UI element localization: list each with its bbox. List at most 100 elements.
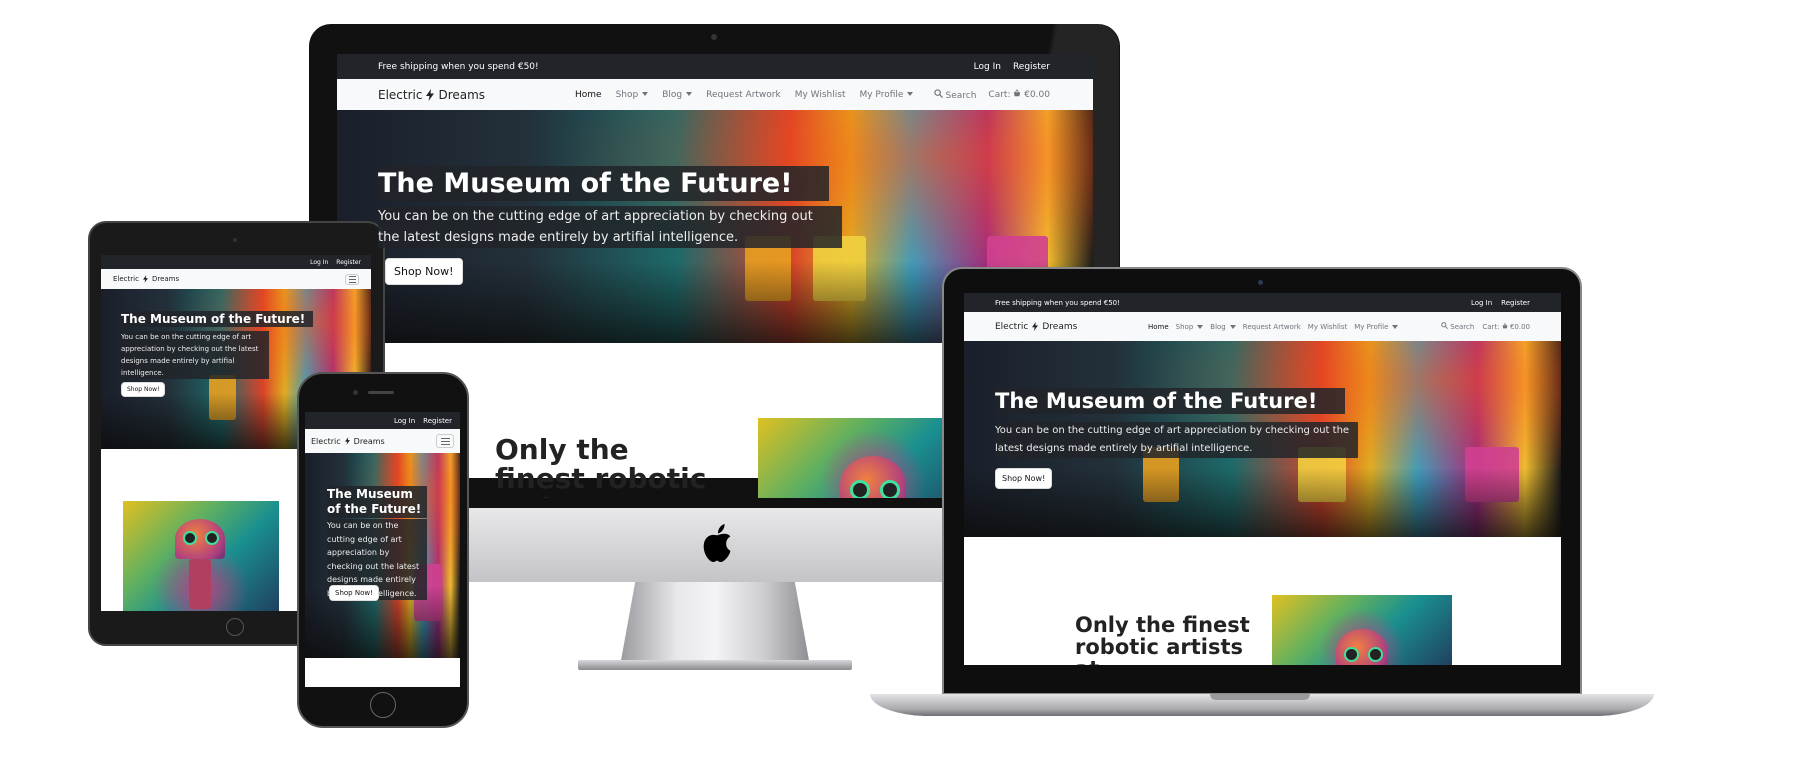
hero-title: The Museum of the Future!: [378, 166, 829, 201]
main-navbar: Electric Dreams Home Shop Blog Request A…: [964, 312, 1561, 341]
nav-shop-label: Shop: [1175, 322, 1194, 331]
cart-link[interactable]: Cart: €0.00: [988, 89, 1050, 100]
nav-blog[interactable]: Blog: [662, 89, 693, 100]
login-link[interactable]: Log In: [974, 62, 1001, 72]
main-navbar: Electric Dreams: [305, 429, 460, 453]
main-navbar: Electric Dreams: [101, 269, 371, 289]
hero-text: You can be on the cutting edge of art ap…: [378, 206, 842, 248]
nav-profile-label: My Profile: [1354, 322, 1389, 331]
search-link[interactable]: Search: [1441, 322, 1474, 331]
register-link[interactable]: Register: [336, 259, 361, 266]
cart-label: Cart:: [1482, 322, 1500, 331]
nav-home[interactable]: Home: [1148, 323, 1169, 331]
hero-title: The Museum of the Future!: [121, 311, 314, 327]
promo-text: Free shipping when you spend €50!: [378, 61, 539, 72]
brand-text-right: Dreams: [151, 275, 180, 283]
hamburger-menu-icon[interactable]: [345, 273, 359, 285]
brand-logo[interactable]: Electric Dreams: [113, 275, 179, 283]
chevron-down-icon: [686, 92, 693, 96]
register-link[interactable]: Register: [1501, 299, 1530, 307]
ipad-camera: [233, 238, 237, 242]
nav-wishlist[interactable]: My Wishlist: [795, 90, 846, 100]
shop-now-button[interactable]: Shop Now!: [385, 258, 463, 285]
shop-now-button[interactable]: Shop Now!: [121, 382, 166, 397]
nav-request-artwork[interactable]: Request Artwork: [1243, 323, 1301, 331]
robot-eye: [880, 480, 900, 498]
nav-request-artwork[interactable]: Request Artwork: [706, 90, 781, 100]
brand-text-left: Electric: [311, 436, 341, 446]
shopping-basket-icon: [1502, 322, 1508, 328]
chevron-down-icon: [1229, 324, 1236, 329]
hero-glow-window: [1465, 446, 1520, 502]
register-link[interactable]: Register: [1013, 62, 1050, 72]
cart-link[interactable]: Cart: €0.00: [1482, 323, 1530, 331]
iphone-speaker: [368, 391, 394, 394]
brand-logo[interactable]: Electric Dreams: [311, 437, 385, 446]
nav-profile-label: My Profile: [859, 89, 904, 100]
chevron-down-icon: [907, 92, 914, 96]
shopping-basket-icon: [1014, 89, 1021, 97]
macbook-screen: Free shipping when you spend €50! Log In…: [964, 293, 1561, 665]
brand-text-left: Electric: [113, 275, 139, 283]
iphone-home-button: [370, 692, 396, 718]
robot-eye: [1368, 647, 1383, 662]
search-label: Search: [945, 90, 977, 101]
iphone-camera: [353, 390, 358, 395]
robot-body: [189, 559, 211, 609]
top-announcement-bar: Log In Register: [101, 255, 371, 269]
hero-title: The Museum of the Future!: [327, 486, 427, 518]
hero-banner: The Museum of the Future! You can be on …: [305, 453, 460, 658]
section-heading: Only the finest robotic artists at: [1075, 613, 1250, 665]
login-link[interactable]: Log In: [394, 417, 415, 425]
nav-shop[interactable]: Shop: [1176, 323, 1204, 331]
nav-links: Home Shop Blog Request Artwork My Wishli…: [1148, 322, 1399, 331]
nav-shop[interactable]: Shop: [616, 90, 649, 100]
robot-eye: [205, 531, 219, 545]
nav-home[interactable]: Home: [575, 90, 602, 100]
robot-artwork-image: [1272, 595, 1452, 665]
nav-blog[interactable]: Blog: [1210, 323, 1236, 331]
search-icon: [1441, 322, 1448, 329]
register-link[interactable]: Register: [423, 417, 452, 425]
nav-blog-label: Blog: [662, 89, 683, 100]
main-navbar: Electric Dreams Home Shop Blog Request A…: [337, 79, 1093, 110]
robot-eye: [1344, 647, 1359, 662]
nav-wishlist[interactable]: My Wishlist: [1308, 323, 1347, 331]
robot-artwork-image: [123, 501, 279, 611]
search-link[interactable]: Search: [933, 88, 977, 101]
top-announcement-bar: Free shipping when you spend €50! Log In…: [337, 54, 1093, 79]
hamburger-menu-icon[interactable]: [436, 434, 454, 448]
robot-eye: [850, 480, 870, 498]
cart-total: €0.00: [1024, 90, 1050, 100]
lightning-bolt-icon: [344, 437, 350, 445]
top-announcement-bar: Log In Register: [305, 412, 460, 429]
nav-profile[interactable]: My Profile: [1354, 322, 1399, 331]
search-icon: [933, 88, 943, 98]
imac-stand: [620, 582, 810, 666]
lightning-bolt-icon: [142, 275, 148, 283]
macbook-notch: [1210, 694, 1310, 700]
iphone-screen: Log In Register Electric Dreams The Muse…: [305, 412, 460, 687]
login-link[interactable]: Log In: [310, 259, 328, 266]
brand-text-right: Dreams: [353, 436, 385, 446]
shop-now-button[interactable]: Shop Now!: [329, 585, 379, 601]
nav-profile[interactable]: My Profile: [859, 89, 914, 100]
nav-right-tools: Search Cart: €0.00: [1441, 322, 1530, 331]
lightning-bolt-icon: [426, 88, 435, 101]
hero-glow-window: [209, 375, 236, 421]
brand-text-right: Dreams: [438, 87, 486, 102]
login-link[interactable]: Log In: [1471, 299, 1492, 307]
search-label: Search: [1450, 323, 1475, 331]
brand-text-left: Electric: [378, 87, 423, 102]
cart-label: Cart:: [988, 90, 1011, 100]
robot-eye: [183, 531, 197, 545]
cart-total: €0.00: [1509, 322, 1530, 331]
brand-logo[interactable]: Electric Dreams: [995, 322, 1148, 332]
apple-logo-icon: [703, 524, 731, 562]
ipad-home-button: [226, 618, 244, 636]
brand-logo[interactable]: Electric Dreams: [378, 88, 575, 102]
shop-now-button[interactable]: Shop Now!: [995, 468, 1053, 489]
nav-right-tools: Search Cart: €0.00: [933, 88, 1050, 101]
chevron-down-icon: [1392, 324, 1399, 329]
imac-camera: [711, 34, 717, 40]
